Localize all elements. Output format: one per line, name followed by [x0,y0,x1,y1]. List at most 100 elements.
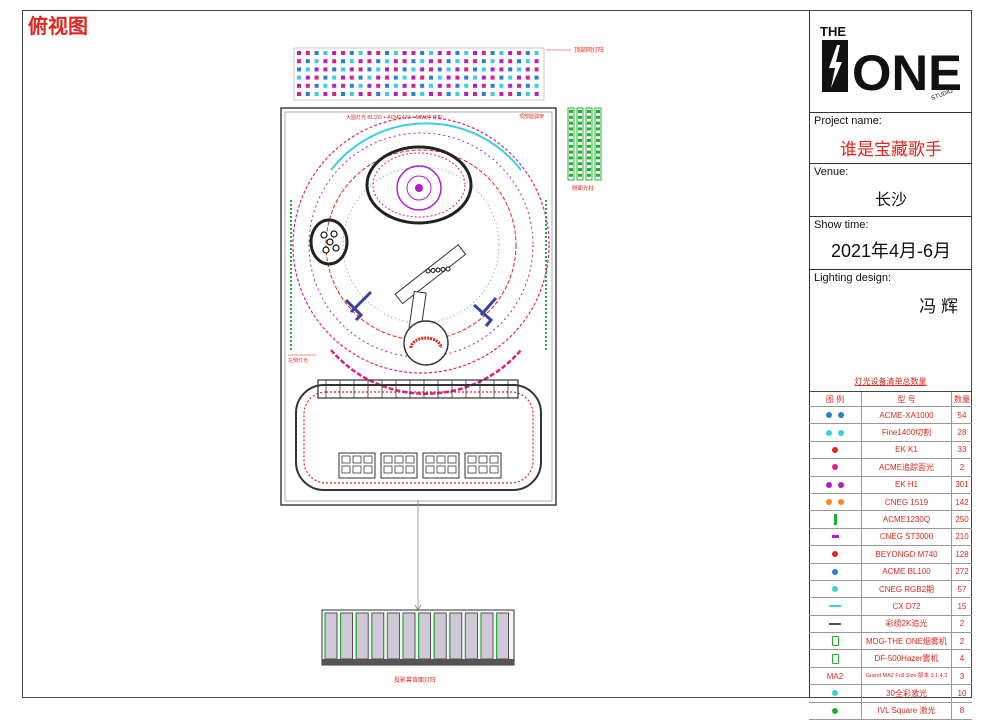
legend-qty: 54 [957,410,967,420]
legend-qty: 10 [957,688,967,698]
legend-row: CNEG ST3000 210 [809,528,972,547]
line-fixture-icon [829,622,841,625]
fixture-icon [832,551,838,558]
legend-qty: 142 [955,497,969,507]
fixture-icon [832,446,838,453]
fixture-icon [832,690,838,697]
legend-symbol: MA2 [809,667,862,685]
legend-model: IVL Square 激光 [862,702,952,720]
fixture-icon [826,412,832,419]
legend-symbol [809,459,862,476]
left-blue-truss [344,290,373,322]
side-light-columns [567,107,602,181]
center-riser [403,320,449,366]
legend-model: EK H1 [862,476,952,493]
center-ramp [394,244,467,305]
legend-model: 彩缆2K追光 [862,615,952,633]
right-blue-truss [473,297,498,327]
equipment-legend-table: 图 例 型 号 数量 ACME-XA1000 54 Fine1400切割 28 EK K… [809,391,972,720]
legend-model: CNEG ST3000 [862,528,952,546]
legend-symbol [809,702,862,720]
venue-section: Venue: 长沙 [810,164,972,217]
fixture-icon [838,481,844,488]
legend-symbol [809,633,862,650]
legend-qty: 272 [955,567,969,577]
machine-icon [831,636,839,647]
legend-header-qty: 数量 [954,394,970,404]
show-time-section: Show time: 2021年4月-6月 [810,217,972,270]
legend-qty: 128 [955,549,969,559]
legend-row: CNEG RGB2期 57 [809,580,972,599]
legend-symbol [809,546,862,563]
legend-model: Grand MA2 Full Size 版本 3.1.4.3 [862,667,952,685]
legend-symbol [809,598,862,615]
console-symbol: MA2 [826,671,844,681]
legend-qty: 28 [957,428,967,438]
legend-model: CNEG 1519 [862,493,952,511]
legend-symbol [809,615,862,633]
fixture-icon [832,568,838,575]
legend-header-row: 图 例 型 号 数量 [809,392,972,407]
legend-model: ACME1230Q [862,511,952,528]
legend-header-symbol: 图 例 [809,392,862,406]
lighting-design-section: Lighting design: 冯 辉 [810,270,972,388]
legend-symbol [809,580,862,598]
legend-row: ACME1230Q 250 [809,511,972,529]
legend-row: ACME-XA1000 54 [809,407,972,425]
legend-model: CNEG RGB2期 [862,580,952,598]
legend-model: 30全彩激光 [862,685,952,702]
bar-fixture-icon [833,514,837,526]
legend-symbol [809,493,862,511]
legend-row: MDG-THE ONE烟雾机 2 [809,633,972,651]
legend-row: CX D72 15 [809,598,972,616]
legend-row: EK K1 33 [809,441,972,460]
top-truss-label: 顶部网灯阵 [574,46,604,54]
legend-row: 彩缆2K追光 2 [809,615,972,634]
legend-row: ACME BL100 272 [809,563,972,581]
legend-symbol [809,650,862,667]
legend-model: CX D72 [862,598,952,615]
arc-truss-label: 顶部圆弧架 [519,113,544,120]
side-column-label: 侧面光柱 [572,184,595,192]
logo-the-text: THE [820,24,846,39]
legend-model: ACME-XA1000 [862,407,952,424]
lighting-designer-value: 冯 辉 [919,297,958,316]
top-light-grid [293,47,545,101]
bottom-screen-array [321,609,515,666]
legend-row: Fine1400切割 28 [809,424,972,442]
legend-symbol [809,511,862,528]
legend-qty: 2 [959,619,965,629]
fixture-icon [832,464,838,471]
fixture-icon [826,429,832,436]
legend-row: 30全彩激光 10 [809,685,972,703]
legend-title: 灯光设备清单总数量 [854,377,927,386]
project-label: Project name: [814,115,882,127]
legend-qty: 250 [955,515,969,525]
legend-row: MA2 Grand MA2 Full Size 版本 3.1.4.3 3 [809,667,972,686]
fixture-icon [826,481,832,488]
line-fixture-icon [829,605,841,608]
legend-qty: 4 [959,654,965,664]
fixture-icon [826,499,832,506]
legend-symbol [809,476,862,493]
legend-model: ACME追踪面光 [862,459,952,476]
project-section: Project name: 谁是宝藏歌手 [810,113,972,164]
legend-model: DF-500Hazer雾机 [862,650,952,667]
machine-icon [831,653,839,664]
lighting-plan-drawing[interactable]: 顶部网灯阵 侧面光柱 大圆灯光 BL100 + ACME470 + 50W灯 环… [26,30,806,700]
front-stage-rig [295,384,542,491]
legend-symbol [809,407,862,424]
legend-symbol [809,424,862,441]
legend-qty: 2 [959,462,965,472]
legend-symbol [809,528,862,546]
legend-qty: 301 [955,480,969,490]
legend-model: MDG-THE ONE烟雾机 [862,633,952,650]
legend-header-model: 型 号 [862,392,952,406]
left-wing-label: 左侧灯光 [288,357,308,364]
legend-qty: 57 [957,584,967,594]
legend-qty: 2 [959,636,965,646]
venue-value: 长沙 [874,192,907,209]
legend-model: EK K1 [862,441,952,459]
venue-label: Venue: [814,166,849,178]
legend-qty: 3 [959,671,965,681]
